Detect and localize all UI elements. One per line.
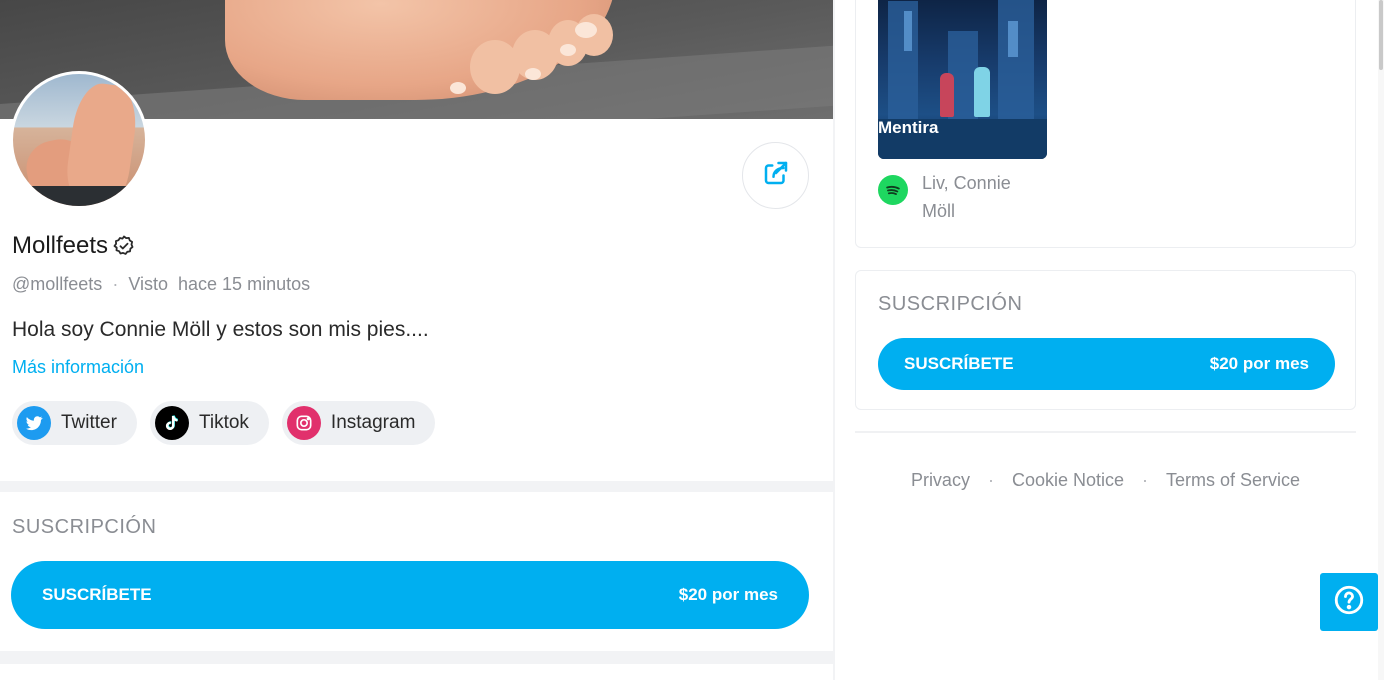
instagram-label: Instagram — [330, 412, 416, 433]
scrollbar-thumb[interactable] — [1379, 0, 1383, 70]
sidebar-column: Mentira Liv, Connie Möll SUSCRIPCIÓN SUS… — [835, 0, 1384, 680]
artist-row: Liv, Connie Möll — [878, 169, 1011, 225]
sidebar-subscribe-button[interactable]: SUSCRÍBETE $20 por mes — [878, 338, 1335, 390]
instagram-link[interactable]: Instagram — [281, 401, 436, 445]
twitter-icon — [17, 406, 51, 440]
album-title: Mentira — [878, 118, 939, 137]
profile-handle: @mollfeets — [12, 274, 103, 294]
help-button[interactable] — [1320, 573, 1378, 631]
spotify-card: Mentira Liv, Connie Möll — [855, 0, 1356, 248]
social-links: Twitter Tiktok Instagram — [12, 401, 436, 445]
last-seen-time: hace 15 minutos — [178, 274, 311, 294]
artist-line-2: Möll — [922, 201, 956, 221]
tiktok-icon — [154, 406, 189, 440]
share-button[interactable] — [742, 142, 809, 209]
share-icon — [761, 158, 791, 193]
page: Mollfeets @mollfeets · Visto hace 15 min… — [0, 0, 1384, 680]
main-column: Mollfeets @mollfeets · Visto hace 15 min… — [0, 0, 833, 680]
profile-meta: @mollfeets · Visto hace 15 minutos — [12, 274, 310, 295]
privacy-link[interactable]: Privacy — [911, 470, 970, 521]
profile-card: Mollfeets @mollfeets · Visto hace 15 min… — [0, 0, 833, 481]
verified-icon — [112, 234, 136, 258]
sidebar-subscribe-label: SUSCRÍBETE — [904, 354, 1014, 373]
sidebar-subscribe-price: $20 por mes — [1209, 354, 1309, 373]
footer-links: Privacy · Cookie Notice · Terms of Servi… — [855, 431, 1356, 521]
tiktok-label: Tiktok — [198, 412, 249, 433]
artist-names: Liv, Connie Möll — [922, 169, 1011, 225]
profile-bio: Hola soy Connie Möll y estos son mis pie… — [12, 318, 429, 341]
last-seen-label: Visto — [128, 274, 169, 294]
sidebar-subscription-card: SUSCRIPCIÓN SUSCRÍBETE $20 por mes — [855, 270, 1356, 410]
subscription-card: SUSCRIPCIÓN SUSCRÍBETE $20 por mes — [0, 492, 833, 651]
scrollbar-track[interactable] — [1378, 0, 1384, 680]
profile-name: Mollfeets — [12, 232, 109, 259]
next-card — [0, 664, 833, 680]
twitter-link[interactable]: Twitter — [12, 401, 137, 445]
help-icon — [1332, 583, 1366, 622]
artist-line-1: Liv, Connie — [922, 173, 1011, 193]
footer-separator: · — [987, 470, 994, 490]
avatar[interactable] — [10, 71, 148, 209]
footer-separator: · — [1142, 470, 1149, 490]
subscribe-price: $20 por mes — [678, 585, 778, 604]
subscribe-button[interactable]: SUSCRÍBETE $20 por mes — [11, 561, 809, 629]
more-info-link[interactable]: Más información — [12, 357, 144, 378]
sidebar-subscription-title: SUSCRIPCIÓN — [878, 293, 1023, 315]
profile-name-row: Mollfeets — [12, 232, 136, 260]
subscribe-label: SUSCRÍBETE — [42, 585, 152, 604]
cookie-notice-link[interactable]: Cookie Notice — [1012, 470, 1124, 521]
meta-separator: · — [112, 274, 119, 294]
terms-link[interactable]: Terms of Service — [1166, 470, 1300, 521]
tiktok-link[interactable]: Tiktok — [149, 401, 269, 445]
instagram-icon — [286, 406, 321, 440]
twitter-label: Twitter — [61, 412, 117, 433]
subscription-title: SUSCRIPCIÓN — [12, 516, 157, 538]
spotify-icon[interactable] — [878, 175, 908, 205]
